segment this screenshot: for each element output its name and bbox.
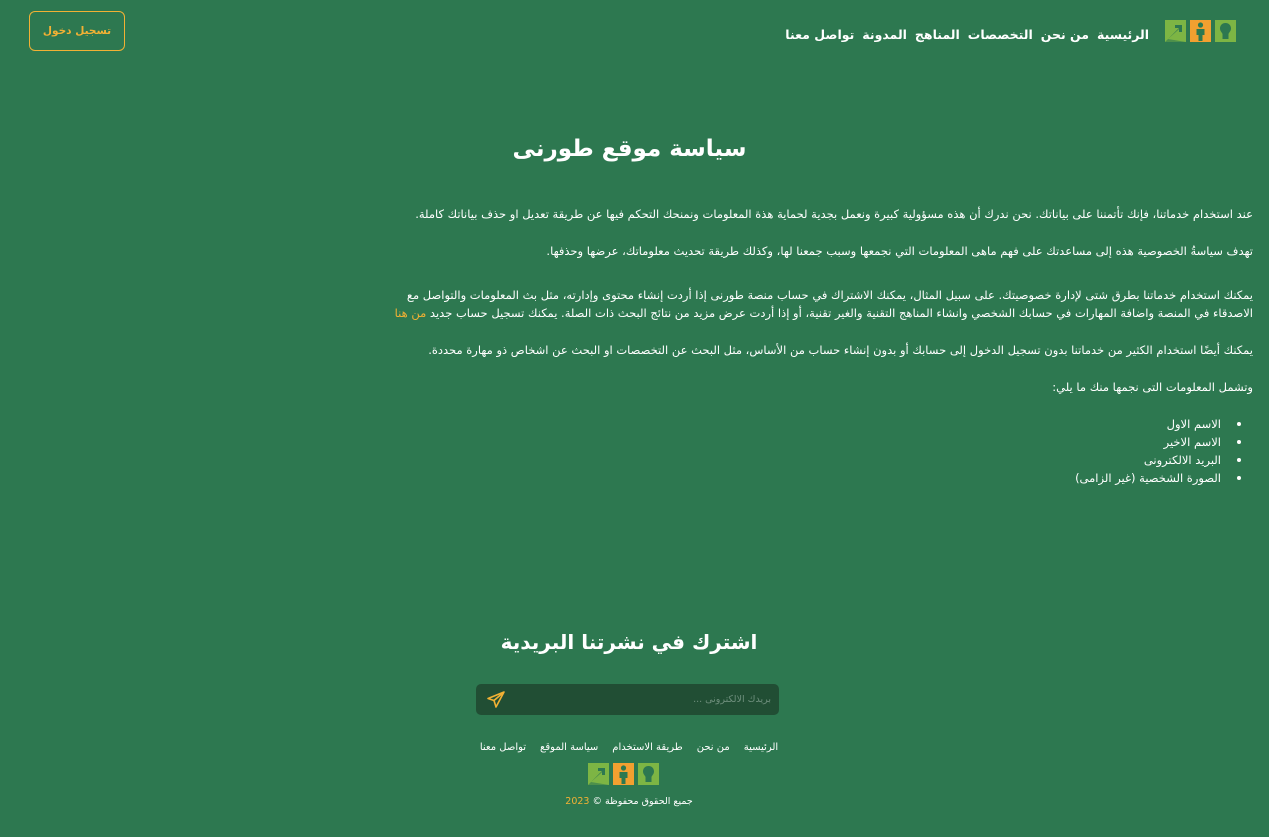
nav-link-blog[interactable]: المدونة: [862, 27, 907, 42]
footer-item-about: من نحن: [697, 735, 730, 754]
nav-link-curricula[interactable]: المناهج: [915, 27, 960, 42]
login-button[interactable]: تسجيل دخول: [29, 11, 125, 51]
footer-link-about[interactable]: من نحن: [697, 742, 730, 753]
collected-data-list: الاسم الاول الاسم الاخير البريد الالكترو…: [393, 415, 1253, 487]
nav-item-about: من نحن: [1041, 24, 1089, 43]
nav-item-blog: المدونة: [862, 24, 907, 43]
page-title: سياسة موقع طورنى: [512, 136, 747, 162]
person-tile-icon: [613, 763, 634, 785]
site-header: الرئيسية من نحن التخصصات المناهج المدونة…: [0, 0, 1269, 64]
nav-link-about[interactable]: من نحن: [1041, 27, 1089, 42]
footer-link-policy[interactable]: سياسة الموقع: [540, 742, 598, 753]
copyright-year: 2023: [565, 796, 590, 807]
footer-link-usage[interactable]: طريقة الاستخدام: [612, 742, 682, 753]
nav-item-home: الرئيسية: [1097, 24, 1149, 43]
footer-item-usage: طريقة الاستخدام: [612, 735, 682, 754]
arrow-tile-icon: [588, 763, 609, 785]
main-nav: الرئيسية من نحن التخصصات المناهج المدونة…: [785, 24, 1149, 43]
footer-item-home: الرئيسية: [744, 735, 778, 754]
list-item: البريد الالكترونى: [393, 451, 1241, 469]
footer-link-contact[interactable]: تواصل معنا: [480, 742, 526, 753]
footer-item-contact: تواصل معنا: [480, 735, 526, 754]
bulb-tile-icon: [1215, 20, 1236, 42]
arrow-tile-icon: [1165, 20, 1186, 42]
register-link[interactable]: من هنا: [395, 306, 427, 320]
policy-paragraph-3-text: يمكنك استخدام خدماتنا بطرق شتى لإدارة خص…: [406, 288, 1253, 320]
nav-item-curricula: المناهج: [915, 24, 960, 43]
footer-nav: الرئيسية من نحن طريقة الاستخدام سياسة ال…: [0, 735, 1258, 754]
newsletter-title: اشترك في نشرتنا البريدية: [500, 630, 758, 654]
bulb-tile-icon: [638, 763, 659, 785]
newsletter-form: [476, 684, 779, 715]
copyright-text: جميع الحقوق محفوظة ©: [592, 796, 693, 807]
nav-link-contact[interactable]: تواصل معنا: [785, 27, 854, 42]
nav-item-contact: تواصل معنا: [785, 24, 854, 43]
site-logo[interactable]: [1165, 20, 1236, 42]
send-icon: [487, 691, 505, 708]
policy-paragraph-4: يمكنك أيضًا استخدام الكثير من خدماتنا بد…: [428, 343, 1253, 357]
footer-logo[interactable]: [588, 763, 659, 785]
list-item: الاسم الاول: [393, 415, 1241, 433]
list-item: الاسم الاخير: [393, 433, 1241, 451]
list-item: الصورة الشخصية (غير الزامى): [393, 469, 1241, 487]
person-tile-icon: [1190, 20, 1211, 42]
newsletter-send-button[interactable]: [486, 690, 506, 709]
footer-link-home[interactable]: الرئيسية: [744, 742, 778, 753]
policy-paragraph-3: يمكنك استخدام خدماتنا بطرق شتى لإدارة خص…: [393, 286, 1253, 322]
policy-content: عند استخدام خدماتنا، فإنك تأتمننا على بي…: [393, 205, 1253, 487]
policy-paragraph-1: عند استخدام خدماتنا، فإنك تأتمننا على بي…: [415, 207, 1253, 221]
footer-item-policy: سياسة الموقع: [540, 735, 598, 754]
nav-link-home[interactable]: الرئيسية: [1097, 27, 1149, 42]
nav-link-specializations[interactable]: التخصصات: [968, 27, 1033, 42]
collected-data-intro: وتشمل المعلومات التى نجمها منك ما يلي:: [1052, 380, 1253, 394]
nav-item-specializations: التخصصات: [968, 24, 1033, 43]
newsletter-email-input[interactable]: [509, 684, 779, 715]
copyright: جميع الحقوق محفوظة © 2023: [0, 796, 1258, 807]
policy-paragraph-2: تهدف سياسةُ الخصوصية هذه إلى مساعدتك على…: [546, 244, 1253, 258]
